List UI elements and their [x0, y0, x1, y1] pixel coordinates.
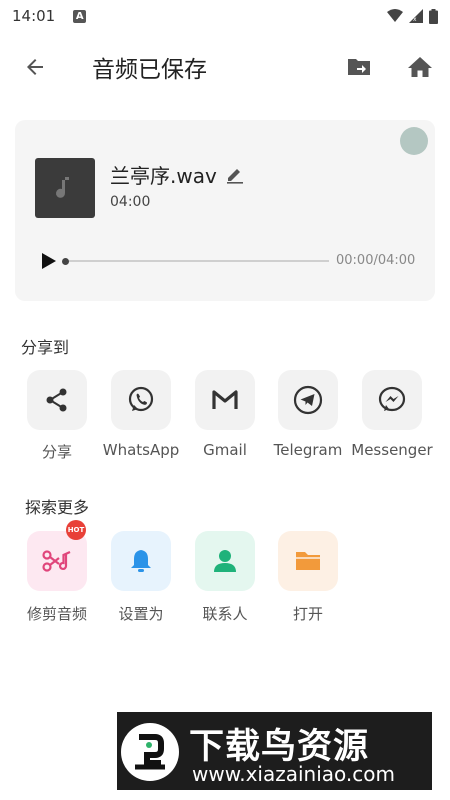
- whatsapp-icon: [128, 386, 154, 412]
- gmail-button[interactable]: [195, 370, 255, 430]
- contact-icon: [214, 550, 236, 572]
- move-to-folder-button[interactable]: [344, 52, 374, 82]
- set-as-button[interactable]: [111, 531, 171, 591]
- open-button[interactable]: [278, 531, 338, 591]
- audio-card: 兰亭序.wav 04:00 00:00/04:00: [15, 120, 435, 301]
- play-button[interactable]: [39, 251, 59, 271]
- folder-icon: [296, 552, 320, 570]
- status-bar: 14:01 A x: [0, 0, 450, 32]
- hot-badge: HOT: [66, 520, 86, 540]
- home-button[interactable]: [405, 52, 435, 82]
- watermark-banner: 下载鸟资源 www.xiazainiao.com: [117, 712, 432, 790]
- signal-icon: x: [409, 9, 423, 23]
- home-icon: [408, 57, 432, 77]
- battery-icon: [429, 8, 438, 24]
- time-readout: 00:00/04:00: [336, 253, 416, 268]
- notification-icon: A: [73, 9, 87, 23]
- messenger-icon: [378, 386, 406, 412]
- back-button[interactable]: [20, 52, 50, 82]
- trim-audio-icon: [42, 550, 71, 572]
- arrow-left-icon: [27, 59, 43, 75]
- explore-section-title: 探索更多: [25, 498, 90, 517]
- seek-track: [64, 260, 329, 262]
- telegram-button[interactable]: [278, 370, 338, 430]
- status-icons: x: [387, 8, 438, 24]
- open-label: 打开: [292, 605, 323, 623]
- audio-thumbnail: [35, 158, 95, 218]
- messenger-label: Messenger: [351, 441, 433, 459]
- status-time: 14:01: [12, 7, 56, 25]
- app-bar: 音频已保存: [0, 40, 450, 92]
- share-section-title: 分享到: [21, 338, 70, 357]
- page-title: 音频已保存: [92, 57, 207, 83]
- bell-icon: [131, 550, 151, 572]
- wifi-icon: [387, 9, 403, 22]
- seek-bar[interactable]: [62, 258, 329, 265]
- play-icon: [42, 253, 56, 269]
- watermark-url: www.xiazainiao.com: [192, 762, 395, 786]
- pencil-icon: [227, 169, 243, 184]
- contacts-button[interactable]: [195, 531, 255, 591]
- trim-audio-button[interactable]: [27, 531, 87, 591]
- messenger-button[interactable]: [362, 370, 422, 430]
- seek-thumb[interactable]: [62, 258, 69, 265]
- share-icon: [46, 388, 67, 412]
- telegram-icon: [293, 385, 323, 415]
- watermark-logo: [121, 723, 179, 781]
- whatsapp-button[interactable]: [111, 370, 171, 430]
- card-status-dot: [400, 127, 428, 155]
- svg-text:x: x: [413, 16, 417, 23]
- gmail-icon: [212, 390, 238, 409]
- file-name: 兰亭序.wav: [110, 164, 217, 188]
- audio-duration: 04:00: [110, 194, 151, 210]
- bird-logo-icon: [135, 734, 165, 770]
- rename-button[interactable]: [224, 164, 246, 186]
- folder-move-icon: [348, 59, 370, 75]
- share-button[interactable]: [27, 370, 87, 430]
- music-note-icon: [56, 177, 69, 198]
